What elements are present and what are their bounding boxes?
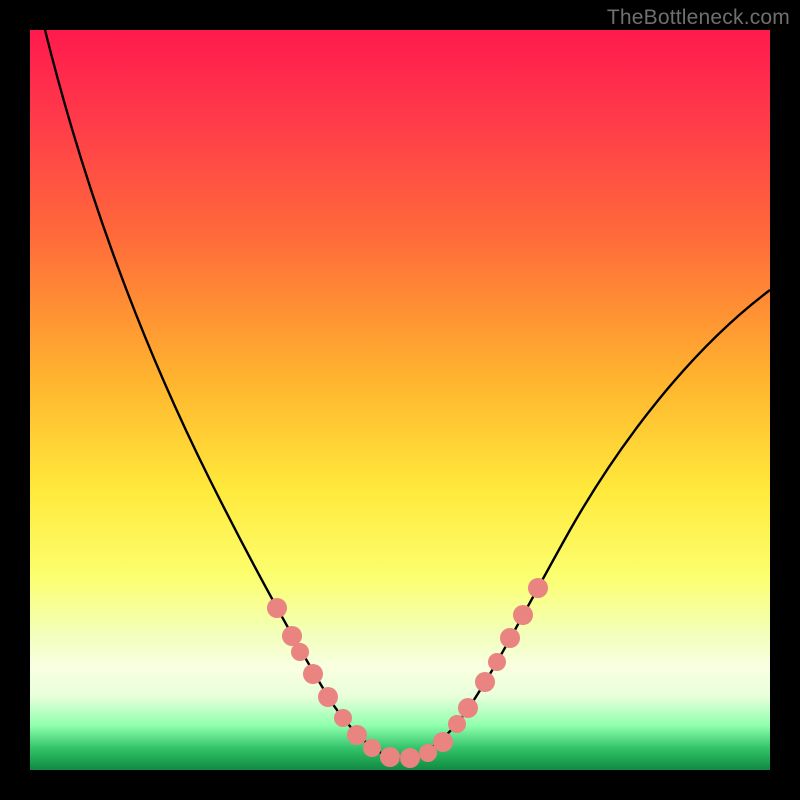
curve-marker — [363, 739, 381, 757]
curve-marker — [400, 748, 420, 768]
curve-marker — [267, 598, 287, 618]
curve-marker — [303, 664, 323, 684]
curve-marker — [528, 578, 548, 598]
chart-stage: TheBottleneck.com — [0, 0, 800, 800]
curve-marker — [347, 725, 367, 745]
curve-marker — [458, 698, 478, 718]
watermark-text: TheBottleneck.com — [607, 6, 790, 30]
curve-marker — [488, 653, 506, 671]
curve-marker — [475, 672, 495, 692]
curve-marker — [500, 628, 520, 648]
curve-marker — [380, 747, 400, 767]
curve-marker — [513, 605, 533, 625]
curve-marker — [318, 687, 338, 707]
curve-marker — [282, 626, 302, 646]
curve-marker — [291, 643, 309, 661]
curve-marker-group — [267, 578, 548, 768]
curve-marker — [448, 715, 466, 733]
curve-marker — [334, 709, 352, 727]
bottleneck-curve-path — [45, 30, 770, 758]
curve-marker — [433, 732, 453, 752]
bottleneck-curve-svg — [30, 30, 770, 770]
